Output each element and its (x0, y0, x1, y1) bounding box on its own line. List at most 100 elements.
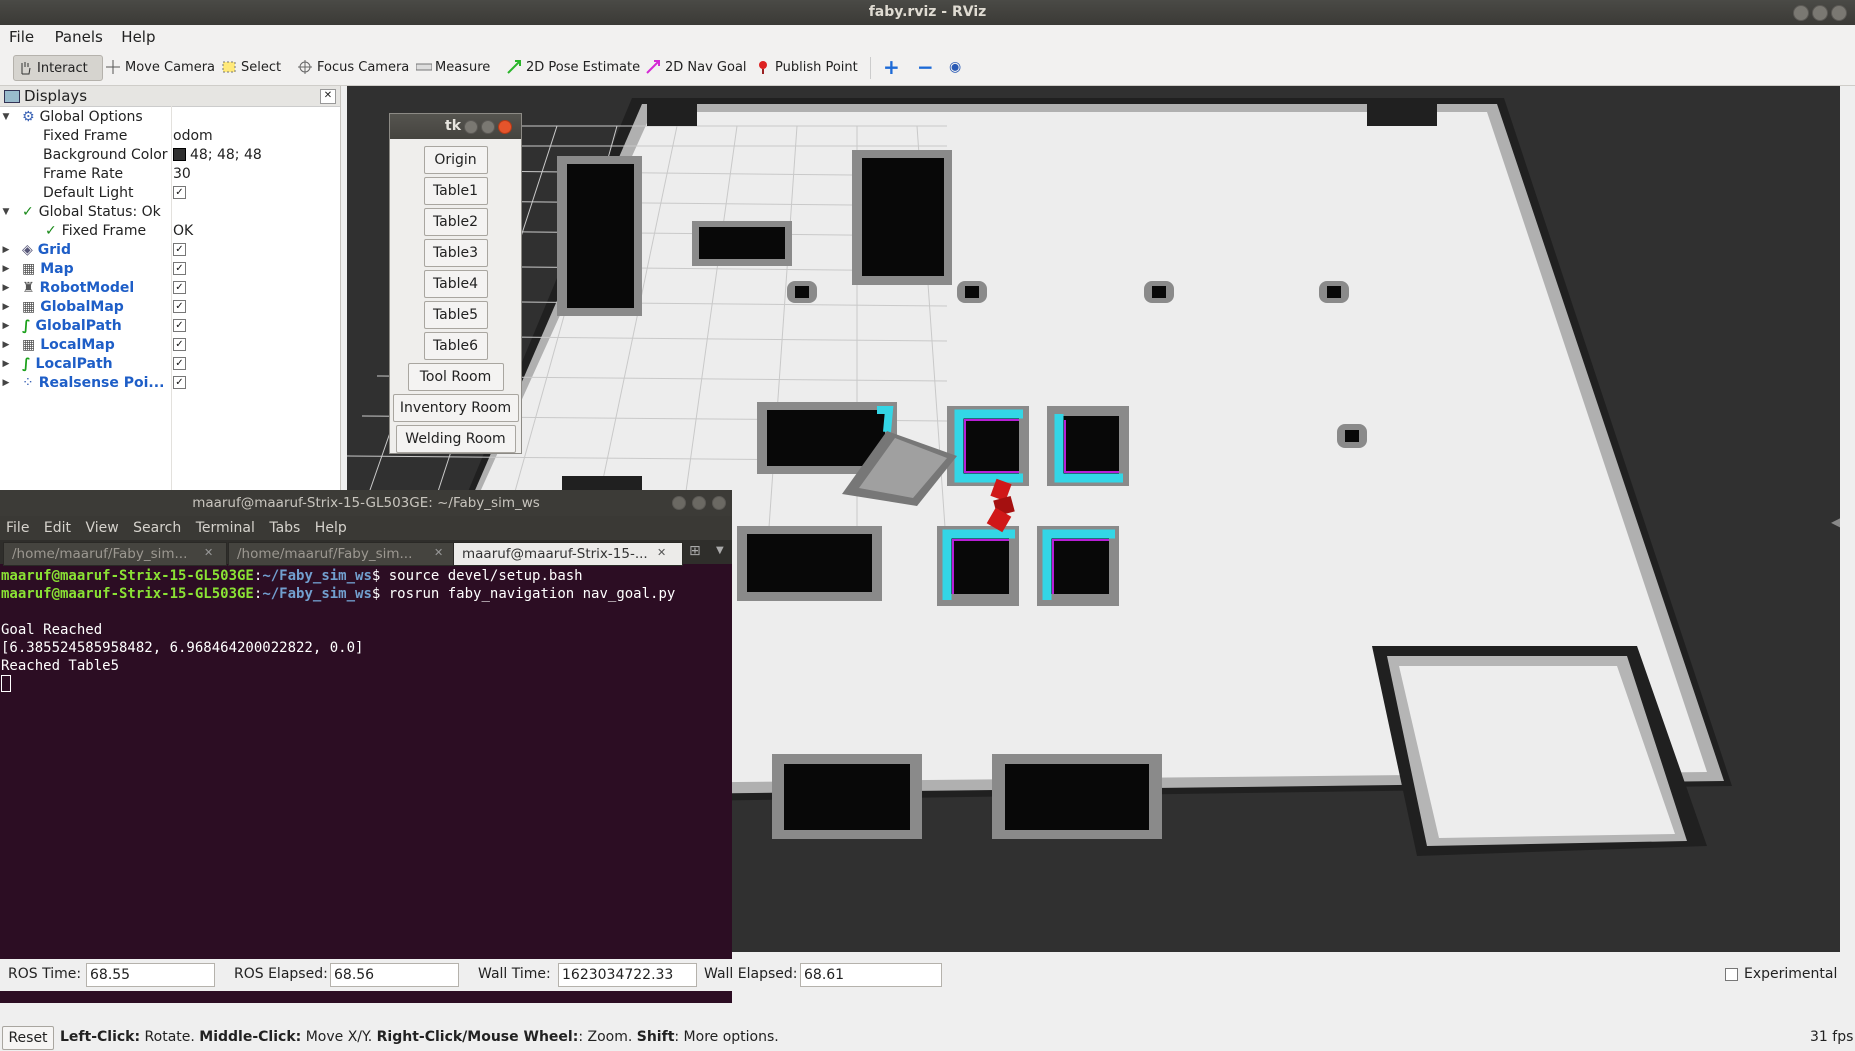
path-icon: ∫ (22, 355, 31, 372)
tool-move-camera[interactable]: Move Camera (102, 55, 219, 79)
expand-arrow-icon[interactable]: ▼ (0, 112, 12, 122)
inventory-room-button[interactable]: Inventory Room (392, 394, 519, 422)
help-middle-click-text: Move X/Y. (301, 1029, 377, 1045)
output-line-3: Reached Table5 (1, 658, 120, 674)
default-light-checkbox[interactable]: ✓ (173, 186, 186, 199)
table3-button[interactable]: Table3 (423, 239, 488, 267)
grid-checkbox[interactable]: ✓ (173, 243, 186, 256)
prop-default-light[interactable]: Default Light ✓ (0, 183, 340, 202)
map-checkbox[interactable]: ✓ (173, 262, 186, 275)
tool-room-button[interactable]: Tool Room (407, 363, 504, 391)
display-grid[interactable]: ▶ ◈ Grid ✓ (0, 240, 340, 259)
table4-button[interactable]: Table4 (423, 270, 488, 298)
expand-arrow-icon[interactable]: ▶ (0, 283, 12, 293)
new-tab-icon[interactable]: ⊞ (689, 543, 701, 559)
terminal-output[interactable]: maaruf@maaruf-Strix-15-GL503GE:~/Faby_si… (0, 564, 732, 697)
table1-button[interactable]: Table1 (423, 177, 488, 205)
tab-close-icon[interactable]: ✕ (434, 546, 443, 559)
localmap-checkbox[interactable]: ✓ (173, 338, 186, 351)
term-menu-terminal[interactable]: Terminal (190, 516, 255, 536)
prop-fixed-frame[interactable]: Fixed Frame odom (0, 126, 340, 145)
table6-button[interactable]: Table6 (423, 332, 488, 360)
term-menu-file[interactable]: File (0, 516, 29, 536)
globalpath-checkbox[interactable]: ✓ (173, 319, 186, 332)
expand-arrow-icon[interactable]: ▶ (0, 302, 12, 312)
display-robotmodel[interactable]: ▶ ♜ RobotModel ✓ (0, 278, 340, 297)
bg-color-field[interactable]: 48; 48; 48 (173, 147, 262, 163)
close-panel-icon[interactable]: ✕ (320, 89, 336, 104)
tool-publish-point[interactable]: Publish Point (752, 55, 862, 79)
expand-arrow-icon[interactable]: ▶ (0, 359, 12, 369)
terminal-maximize-icon[interactable] (692, 496, 706, 510)
maximize-icon[interactable] (1812, 5, 1828, 21)
expand-arrow-icon[interactable]: ▼ (0, 207, 12, 217)
tk-close-icon[interactable] (498, 120, 512, 134)
expand-arrow-icon[interactable]: ▶ (0, 264, 12, 274)
terminal-minimize-icon[interactable] (672, 496, 686, 510)
term-menu-help[interactable]: Help (309, 516, 347, 536)
tabs-dropdown-icon[interactable]: ▼ (716, 545, 724, 556)
expand-arrow-icon[interactable]: ▶ (0, 378, 12, 388)
welding-room-button[interactable]: Welding Room (395, 425, 516, 453)
display-localpath[interactable]: ▶ ∫ LocalPath ✓ (0, 354, 340, 373)
tool-measure[interactable]: Measure (412, 55, 494, 79)
realsense-checkbox[interactable]: ✓ (173, 376, 186, 389)
display-localmap[interactable]: ▶ ▦ LocalMap ✓ (0, 335, 340, 354)
display-map[interactable]: ▶ ▦ Map ✓ (0, 259, 340, 278)
reset-button[interactable]: Reset (2, 1026, 54, 1050)
tool-2d-nav-goal[interactable]: 2D Nav Goal (642, 55, 751, 79)
tab-close-icon[interactable]: ✕ (204, 546, 213, 559)
origin-button[interactable]: Origin (423, 146, 488, 174)
terminal-tab-3[interactable]: maaruf@maaruf-Strix-15-... (453, 542, 683, 566)
add-tool-button[interactable]: + (879, 55, 904, 79)
tk-minimize-icon[interactable] (464, 120, 478, 134)
menu-help[interactable]: Help (107, 25, 155, 46)
wall-time-field[interactable]: 1623034722.33 (558, 963, 697, 987)
tool-interact[interactable]: Interact (13, 55, 103, 81)
terminal-tab-2[interactable]: /home/maaruf/Faby_sim... (228, 542, 460, 566)
terminal-tab-1[interactable]: /home/maaruf/Faby_sim... (3, 542, 227, 566)
frame-rate-value[interactable]: 30 (173, 166, 191, 182)
status-fixed-frame[interactable]: ✓ Fixed Frame OK (0, 221, 340, 240)
expand-arrow-icon[interactable]: ▶ (0, 321, 12, 331)
localpath-checkbox[interactable]: ✓ (173, 357, 186, 370)
status-fixed-frame-label: Fixed Frame (61, 222, 147, 239)
help-left-click-key: Left-Click: (60, 1029, 141, 1045)
display-globalmap[interactable]: ▶ ▦ GlobalMap ✓ (0, 297, 340, 316)
prop-frame-rate[interactable]: Frame Rate 30 (0, 164, 340, 183)
experimental-label: Experimental (1744, 966, 1838, 982)
globalmap-checkbox[interactable]: ✓ (173, 300, 186, 313)
tool-focus-camera[interactable]: Focus Camera (294, 55, 413, 79)
tree-global-status[interactable]: ▼ ✓ Global Status: Ok (0, 202, 340, 221)
display-realsense[interactable]: ▶ ⁘ Realsense Poi... ✓ (0, 373, 340, 392)
ros-elapsed-field[interactable]: 68.56 (330, 963, 459, 987)
table5-button[interactable]: Table5 (423, 301, 488, 329)
expand-arrow-icon[interactable]: ▶ (0, 245, 12, 255)
wall-elapsed-field[interactable]: 68.61 (800, 963, 942, 987)
menu-file[interactable]: File (0, 25, 34, 46)
display-globalpath[interactable]: ▶ ∫ GlobalPath ✓ (0, 316, 340, 335)
term-menu-search[interactable]: Search (127, 516, 181, 536)
term-menu-tabs[interactable]: Tabs (263, 516, 300, 536)
minimize-icon[interactable] (1793, 5, 1809, 21)
tool-2d-pose-estimate[interactable]: 2D Pose Estimate (503, 55, 644, 79)
prop-background-color[interactable]: Background Color 48; 48; 48 (0, 145, 340, 164)
fixed-frame-value[interactable]: odom (173, 128, 213, 144)
tree-global-options[interactable]: ▼ ⚙ Global Options (0, 107, 340, 126)
tk-maximize-icon[interactable] (481, 120, 495, 134)
experimental-checkbox[interactable] (1725, 968, 1738, 981)
term-menu-edit[interactable]: Edit (38, 516, 71, 536)
menu-panels[interactable]: Panels (39, 25, 103, 46)
remove-tool-button[interactable]: − (913, 55, 938, 79)
collapse-arrow-icon[interactable]: ◀ (1831, 515, 1840, 529)
tool-select[interactable]: Select (218, 55, 285, 79)
table2-button[interactable]: Table2 (423, 208, 488, 236)
tab-close-icon[interactable]: ✕ (657, 546, 666, 559)
robotmodel-checkbox[interactable]: ✓ (173, 281, 186, 294)
tool-properties-button[interactable]: ◉ (945, 55, 965, 79)
close-icon[interactable] (1831, 5, 1847, 21)
terminal-close-icon[interactable] (712, 496, 726, 510)
term-menu-view[interactable]: View (79, 516, 118, 536)
ros-time-field[interactable]: 68.55 (86, 963, 215, 987)
expand-arrow-icon[interactable]: ▶ (0, 340, 12, 350)
